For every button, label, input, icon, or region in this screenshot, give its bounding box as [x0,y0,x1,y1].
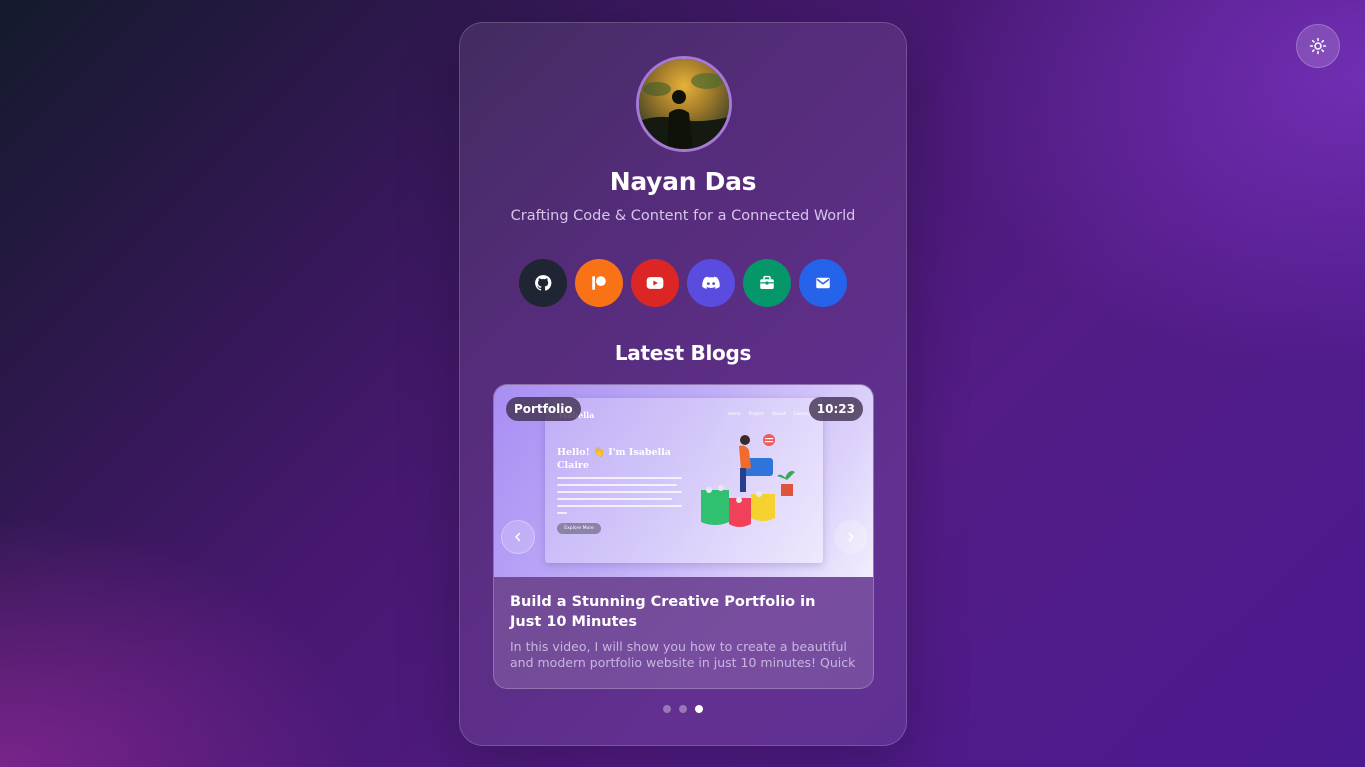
mockup-button: Explore More [557,523,601,534]
social-links [519,259,847,307]
blog-description: In this video, I will show you how to cr… [510,639,856,673]
mockup-paragraph [557,477,682,519]
latest-blogs-heading: Latest Blogs [614,341,752,365]
sun-icon [1309,37,1327,55]
profile-card: Nayan Das Crafting Code & Content for a … [459,22,907,746]
profile-name: Nayan Das [609,167,757,196]
mockup-illustration [701,434,795,527]
profile-tagline: Crafting Code & Content for a Connected … [510,208,856,224]
blog-thumbnail: Isabella Home Project About Contact Hell… [494,385,873,577]
chevron-left-icon [515,532,521,542]
carousel-next-button[interactable] [834,520,868,554]
blog-duration-badge: 10:23 [808,397,863,421]
carousel-dot[interactable] [679,705,687,713]
discord-button[interactable] [687,259,735,307]
youtube-button[interactable] [631,259,679,307]
mail-icon [816,277,830,289]
portfolio-bag-icon [760,275,774,289]
discord-icon [702,276,720,289]
avatar [636,56,732,152]
mockup-nav-item: Home [727,412,741,417]
youtube-icon [646,277,664,289]
carousel-pagination [663,705,703,713]
github-button[interactable] [519,259,567,307]
github-icon [535,275,552,291]
blog-category-badge: Portfolio [506,397,581,421]
blog-card[interactable]: Isabella Home Project About Contact Hell… [493,384,874,689]
mockup-nav-item: Project [748,412,765,417]
carousel-dot[interactable] [663,705,671,713]
theme-toggle-button[interactable] [1296,24,1340,68]
mockup-nav: Home Project About Contact [727,412,811,417]
mockup-nav-item: Contact [793,412,811,417]
mockup-nav-item: About [772,412,786,417]
portfolio-button[interactable] [743,259,791,307]
mockup-headline: Hello! 👋 I'm Isabella Claire [557,447,671,471]
chevron-right-icon [848,532,854,542]
patreon-icon [592,276,606,290]
email-button[interactable] [799,259,847,307]
blog-title: Build a Stunning Creative Portfolio in J… [510,594,816,630]
patreon-button[interactable] [575,259,623,307]
carousel-dot-active[interactable] [695,705,703,713]
carousel-prev-button[interactable] [501,520,535,554]
thumbnail-mockup: Isabella Home Project About Contact Hell… [545,398,823,563]
